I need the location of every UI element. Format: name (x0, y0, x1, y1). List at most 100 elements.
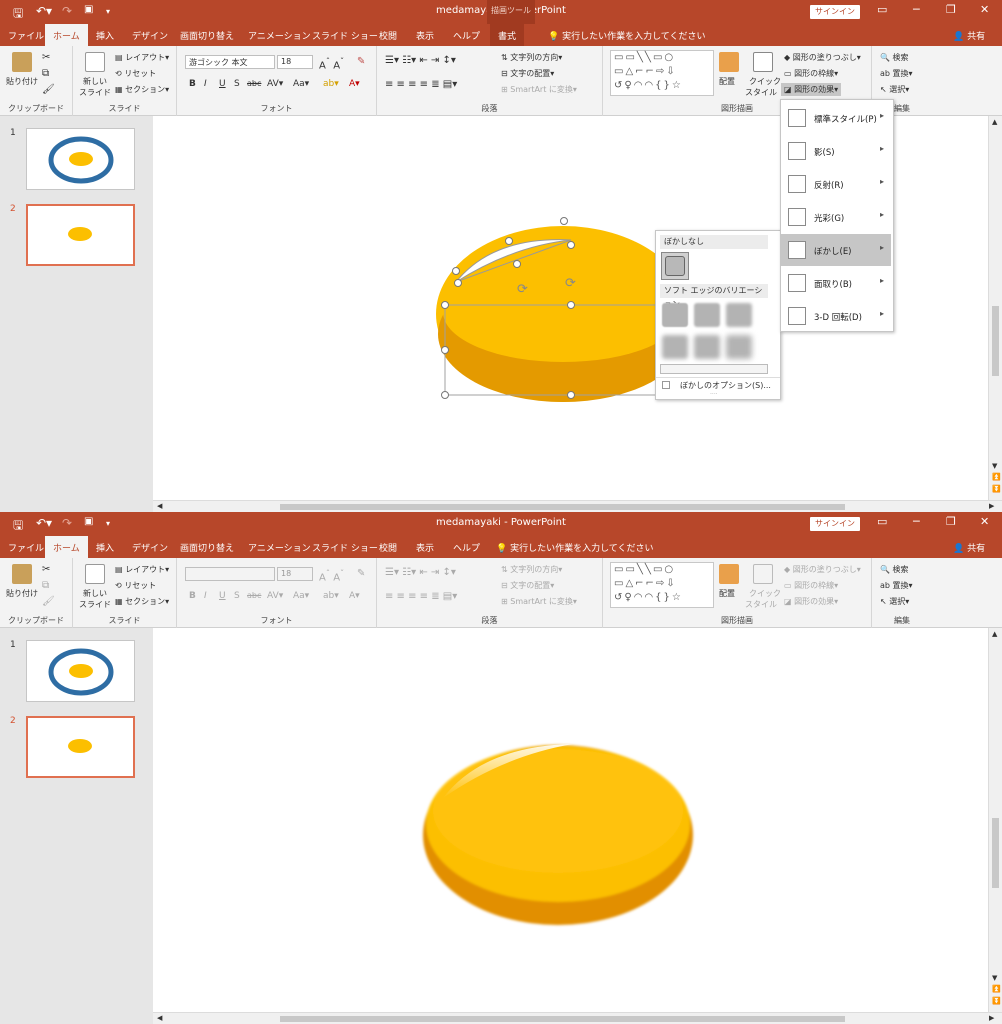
font-size-box[interactable]: 18 (277, 55, 313, 69)
arrange-label[interactable]: 配置 (719, 76, 735, 87)
scroll-up-icon[interactable]: ▲ (992, 630, 997, 638)
format-painter-icon[interactable]: 🖌 (42, 84, 55, 95)
paste-label[interactable]: 貼り付け (6, 76, 38, 87)
align-text-button[interactable]: ⊟ 文字の配置▾ (501, 580, 554, 591)
next-slide-icon[interactable]: ⏬ (992, 485, 1001, 493)
highlight-icon[interactable]: ab▾ (323, 79, 339, 89)
quick-style-icon[interactable] (753, 564, 773, 584)
scroll-left-icon[interactable]: ◀ (157, 502, 162, 510)
replace-button[interactable]: ab 置換▾ (880, 68, 913, 79)
clear-formatting-icon[interactable]: ✎ (357, 56, 365, 67)
tab-insert[interactable]: 挿入 (96, 29, 114, 42)
scroll-right-icon[interactable]: ▶ (989, 1014, 994, 1022)
font-name-box[interactable] (185, 567, 275, 581)
scroll-up-icon[interactable]: ▲ (992, 118, 997, 126)
bullets-icon[interactable]: ☰▾ ☷▾ ⇤ ⇥ ↕▾ (385, 55, 456, 66)
tell-me-box[interactable]: 💡 実行したい作業を入力してください (496, 541, 654, 554)
section-button[interactable]: ▦ セクション▾ (115, 596, 169, 607)
minimize-icon[interactable]: ─ (913, 515, 920, 528)
quick-style-icon[interactable] (753, 52, 773, 72)
shadow-text-icon[interactable]: S (234, 79, 240, 89)
menu-shadow[interactable]: 影(S) ▸ (781, 135, 891, 167)
menu-3d-rotation[interactable]: 3-D 回転(D) ▸ (781, 300, 891, 332)
close-icon[interactable]: ✕ (980, 515, 989, 528)
char-spacing-icon[interactable]: AV▾ (267, 591, 283, 601)
paste-icon[interactable] (12, 564, 32, 584)
horizontal-scrollbar[interactable]: ◀ ▶ (153, 1012, 1002, 1024)
scroll-down-icon[interactable]: ▼ (992, 974, 997, 982)
bullets-icon[interactable]: ☰▾ ☷▾ ⇤ ⇥ ↕▾ (385, 567, 456, 578)
restore-icon[interactable]: ❐ (946, 3, 956, 16)
tab-format[interactable]: 書式 (490, 24, 525, 46)
strikethrough-icon[interactable]: abc (247, 591, 261, 600)
align-icons[interactable]: ≡ ≡ ≡ ≡ ≣ ▤▾ (385, 79, 457, 90)
quick-style-label-2[interactable]: スタイル (745, 87, 777, 98)
bold-icon[interactable]: B (189, 79, 196, 89)
ribbon-display-options-icon[interactable]: ▭ (877, 3, 887, 16)
tell-me-box[interactable]: 💡 実行したい作業を入力してください (548, 29, 706, 42)
tab-design[interactable]: デザイン (132, 541, 168, 554)
font-size-box[interactable]: 18 (277, 567, 313, 581)
font-color-icon[interactable]: A▾ (349, 79, 360, 89)
restore-icon[interactable]: ❐ (946, 515, 956, 528)
align-text-button[interactable]: ⊟ 文字の配置▾ (501, 68, 554, 79)
tab-help[interactable]: ヘルプ (453, 541, 480, 554)
italic-icon[interactable]: I (204, 591, 207, 601)
new-slide-label-1[interactable]: 新しい (83, 588, 107, 599)
signin-button[interactable]: サインイン (810, 517, 860, 531)
horizontal-scroll-thumb[interactable] (280, 504, 845, 510)
menu-reflection[interactable]: 反射(R) ▸ (781, 168, 891, 200)
share-button[interactable]: 👤 共有 (953, 541, 985, 554)
yolk-shape-final[interactable] (153, 628, 988, 1012)
soft-edge-options-link[interactable]: ぼかしのオプション(S)... (680, 380, 771, 391)
strikethrough-icon[interactable]: abc (247, 79, 261, 88)
tab-view[interactable]: 表示 (416, 541, 434, 554)
tab-transitions[interactable]: 画面切り替え (180, 29, 234, 42)
change-case-icon[interactable]: Aa▾ (293, 591, 309, 601)
new-slide-icon[interactable] (85, 564, 105, 584)
arrange-label[interactable]: 配置 (719, 588, 735, 599)
quick-style-label-2[interactable]: スタイル (745, 599, 777, 610)
no-soft-edge-option[interactable] (661, 252, 689, 280)
tab-animations[interactable]: アニメーション (248, 29, 311, 42)
horizontal-scrollbar[interactable]: ◀ ▶ (153, 500, 1002, 512)
slide-thumbnail-2[interactable] (26, 204, 135, 266)
next-slide-icon[interactable]: ⏬ (992, 997, 1001, 1005)
tab-animations[interactable]: アニメーション (248, 541, 311, 554)
shapes-gallery[interactable]: ▭▭╲╲▭○ ▭△⌐⌐⇨⇩ ↺♀◠◠{}☆ (610, 562, 714, 608)
underline-icon[interactable]: U (219, 79, 226, 89)
copy-icon[interactable]: ⧉ (42, 68, 49, 79)
change-case-icon[interactable]: Aa▾ (293, 79, 309, 89)
tab-design[interactable]: デザイン (132, 29, 168, 42)
highlight-icon[interactable]: ab▾ (323, 591, 339, 601)
smartart-button[interactable]: ⊞ SmartArt に変換▾ (501, 84, 577, 95)
minimize-icon[interactable]: ─ (913, 3, 920, 16)
shape-effects-button[interactable]: ◪ 図形の効果▾ (781, 83, 842, 96)
close-icon[interactable]: ✕ (980, 3, 989, 16)
font-name-box[interactable]: 游ゴシック 本文 (185, 55, 275, 69)
paste-icon[interactable] (12, 52, 32, 72)
vertical-scrollbar[interactable]: ▲ ▼ ⏫ ⏬ (988, 116, 1002, 500)
vertical-scroll-thumb[interactable] (992, 306, 999, 376)
ribbon-display-options-icon[interactable]: ▭ (877, 515, 887, 528)
shape-fill-button[interactable]: ◆ 図形の塗りつぶし▾ (784, 564, 861, 575)
tab-file[interactable]: ファイル (8, 29, 44, 42)
tab-view[interactable]: 表示 (416, 29, 434, 42)
cut-icon[interactable]: ✂ (42, 52, 50, 63)
quick-style-label-1[interactable]: クイック (749, 588, 781, 599)
char-spacing-icon[interactable]: AV▾ (267, 79, 283, 89)
shadow-text-icon[interactable]: S (234, 591, 240, 601)
shape-effects-button[interactable]: ◪ 図形の効果▾ (784, 596, 838, 607)
menu-soft-edges[interactable]: ぼかし(E) ▸ (781, 234, 891, 266)
tab-help[interactable]: ヘルプ (453, 29, 480, 42)
new-slide-label-2[interactable]: スライド (79, 87, 111, 98)
bold-icon[interactable]: B (189, 591, 196, 601)
tab-slideshow[interactable]: スライド ショー (312, 29, 378, 42)
scroll-right-icon[interactable]: ▶ (989, 502, 994, 510)
smartart-button[interactable]: ⊞ SmartArt に変換▾ (501, 596, 577, 607)
submenu-scrollbar[interactable] (660, 364, 768, 374)
reset-button[interactable]: ⟲ リセット (115, 68, 156, 79)
new-slide-label-2[interactable]: スライド (79, 599, 111, 610)
layout-button[interactable]: ▤ レイアウト▾ (115, 52, 169, 63)
select-button[interactable]: ↖ 選択▾ (880, 596, 909, 607)
